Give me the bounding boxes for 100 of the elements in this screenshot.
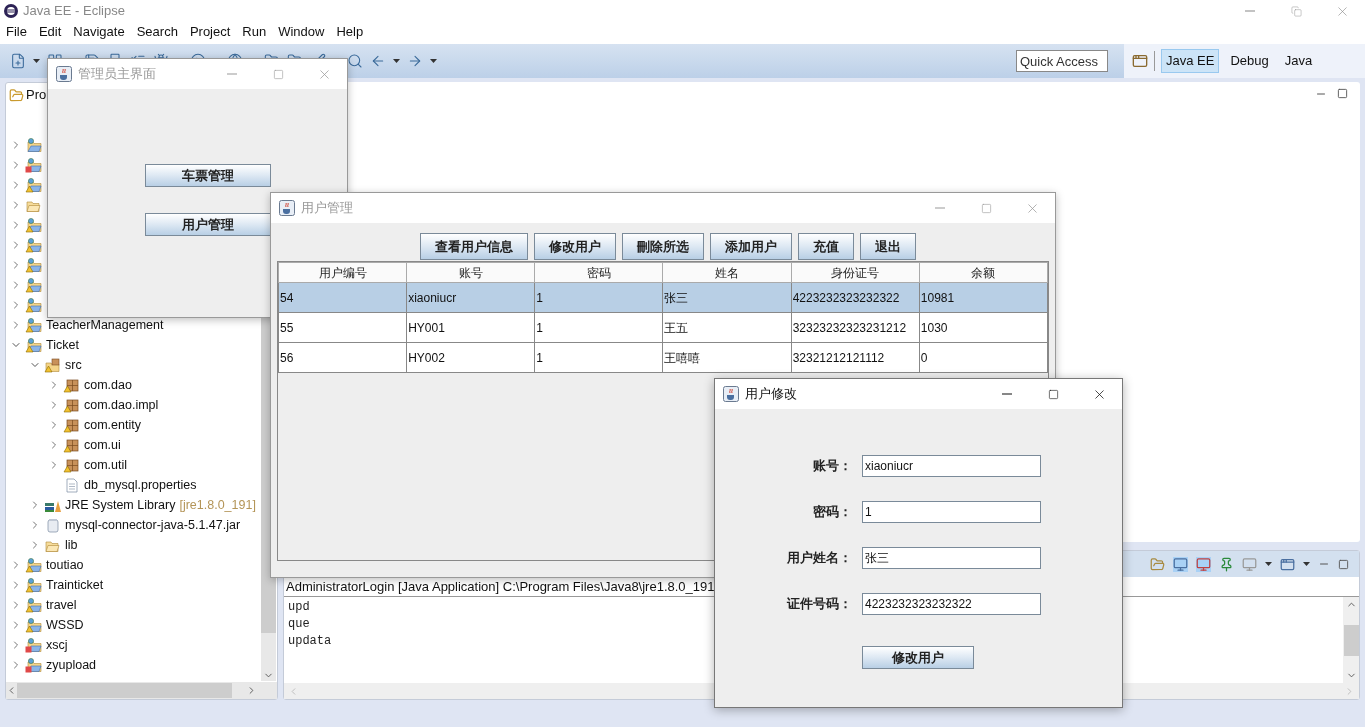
window-title: Java EE - Eclipse: [23, 2, 125, 21]
tree-item[interactable]: xscj: [46, 635, 68, 655]
tree-item[interactable]: Ticket: [46, 335, 79, 355]
tree-item[interactable]: src: [65, 355, 82, 375]
console-icon[interactable]: [1173, 556, 1188, 572]
menu-item[interactable]: Window: [272, 22, 331, 42]
window-title: 用户管理: [301, 199, 353, 218]
tree-item[interactable]: com.dao.impl: [84, 395, 159, 415]
text-field[interactable]: 张三: [862, 547, 1041, 569]
tree-item-note: [jre1.8.0_191]: [179, 496, 256, 514]
tree-item[interactable]: db_mysql.properties: [84, 475, 197, 495]
caret-icon[interactable]: [33, 59, 40, 63]
column-header[interactable]: 余额: [919, 262, 1048, 283]
panel-tab[interactable]: Pro: [26, 85, 47, 105]
menu-item[interactable]: Search: [130, 22, 184, 42]
maximize-icon: [272, 68, 284, 80]
open-perspective-icon[interactable]: [1132, 53, 1148, 69]
tree-item[interactable]: TeacherManagement: [46, 315, 164, 335]
table-row[interactable]: 55 HY001 1 王五 32323232323231212 1030: [278, 312, 1048, 343]
column-header[interactable]: 姓名: [662, 262, 792, 283]
table-row[interactable]: 54 xiaoniucr 1 张三 4223232323232322 10981: [278, 282, 1048, 313]
maximize-icon[interactable]: [1338, 558, 1349, 570]
maximize-icon: [980, 202, 992, 214]
tree-item[interactable]: mysql-connector-java-5.1.47.jar: [65, 515, 241, 535]
console-icon[interactable]: [1196, 556, 1211, 572]
text-field[interactable]: 4223232323232322: [862, 593, 1041, 615]
perspective-tab[interactable]: Java: [1279, 49, 1318, 73]
maximize-icon: [1047, 388, 1059, 400]
caret-icon[interactable]: [1303, 562, 1310, 566]
tree-item[interactable]: WSSD: [46, 615, 84, 635]
table-cell: 张三: [662, 282, 792, 313]
vertical-scrollbar[interactable]: [1343, 597, 1359, 683]
toolbar-button[interactable]: 刪除所选: [622, 233, 704, 260]
menu-item[interactable]: Help: [330, 22, 370, 42]
perspective-tab[interactable]: Debug: [1225, 49, 1274, 73]
tree-item[interactable]: JRE System Library: [65, 495, 176, 515]
tree-item[interactable]: com.util: [84, 455, 128, 475]
new-console-icon[interactable]: [1280, 556, 1295, 572]
tree-item[interactable]: com.ui: [84, 435, 121, 455]
menu-item[interactable]: Run: [236, 22, 273, 42]
column-header[interactable]: 身份证号: [791, 262, 920, 283]
forward-icon[interactable]: [407, 53, 423, 69]
tree-item[interactable]: lib: [65, 535, 78, 555]
menu-button[interactable]: 车票管理: [144, 164, 271, 187]
window-title: 管理员主界面: [78, 65, 156, 84]
table-cell: 54: [278, 282, 407, 313]
submit-button[interactable]: 修改用户: [862, 646, 974, 669]
menu-button[interactable]: 用户管理: [144, 213, 271, 236]
console-line: que: [288, 616, 310, 633]
tree-item[interactable]: com.entity: [84, 415, 141, 435]
maximize-icon[interactable]: [1337, 88, 1348, 99]
toolbar-button[interactable]: 退出: [860, 233, 916, 260]
table-cell: 32323232323231212: [791, 312, 920, 343]
menu-item[interactable]: Edit: [32, 22, 68, 42]
table-cell: 56: [278, 342, 407, 373]
column-header[interactable]: 密码: [534, 262, 663, 283]
menu-item[interactable]: Project: [183, 22, 237, 42]
column-header[interactable]: 账号: [406, 262, 535, 283]
table-cell: 32321212121112: [791, 342, 920, 373]
display-icon[interactable]: [1242, 556, 1257, 572]
java-cup-icon: [723, 386, 739, 402]
quick-access-field[interactable]: Quick Access: [1016, 50, 1108, 72]
toolbar-button[interactable]: 修改用户: [534, 233, 616, 260]
toolbar-button[interactable]: 添加用户: [710, 233, 792, 260]
search-icon[interactable]: [347, 53, 363, 69]
window-title: 用户修改: [745, 385, 797, 404]
folder-icon[interactable]: [1150, 556, 1165, 572]
column-header[interactable]: 用户编号: [278, 262, 407, 283]
field-label: 账号：: [812, 457, 852, 476]
text-field[interactable]: xiaoniucr: [862, 455, 1041, 477]
field-label: 用户姓名：: [786, 549, 852, 568]
toolbar-button[interactable]: 查看用户信息: [420, 233, 528, 260]
table-row[interactable]: 56 HY002 1 王嘻嘻 32321212121112 0: [278, 342, 1048, 373]
pin-icon[interactable]: [1219, 556, 1234, 572]
table-cell: 55: [278, 312, 407, 343]
tree-item[interactable]: zyupload: [46, 655, 97, 675]
table-cell: 王五: [662, 312, 792, 343]
table-cell: HY001: [406, 312, 535, 343]
menu-item[interactable]: Navigate: [67, 22, 131, 42]
back-icon[interactable]: [370, 53, 386, 69]
console-header: AdministratorLogin [Java Application] C:\Program Files\Java8\jre1.8.0_191: [286, 577, 715, 596]
tree-item[interactable]: com.dao: [84, 375, 132, 395]
tree-item[interactable]: toutiao: [46, 555, 84, 575]
tree-item[interactable]: travel: [46, 595, 77, 615]
caret-icon[interactable]: [1265, 562, 1272, 566]
table-cell: 1: [534, 282, 663, 313]
caret-icon[interactable]: [393, 59, 400, 63]
new-file-icon[interactable]: [10, 53, 26, 69]
field-label: 密码：: [812, 503, 852, 522]
minimize-icon: [935, 207, 945, 209]
toolbar-button[interactable]: 充值: [798, 233, 854, 260]
text-field[interactable]: 1: [862, 501, 1041, 523]
console-line: updata: [288, 633, 332, 650]
tree-item[interactable]: Trainticket: [46, 575, 104, 595]
horizontal-scrollbar[interactable]: [6, 682, 277, 699]
caret-icon[interactable]: [430, 59, 437, 63]
perspective-tab[interactable]: Java EE: [1161, 49, 1220, 73]
menu-item[interactable]: File: [0, 22, 33, 42]
table-cell: 4223232323232322: [791, 282, 920, 313]
minimize-icon: [227, 73, 237, 75]
